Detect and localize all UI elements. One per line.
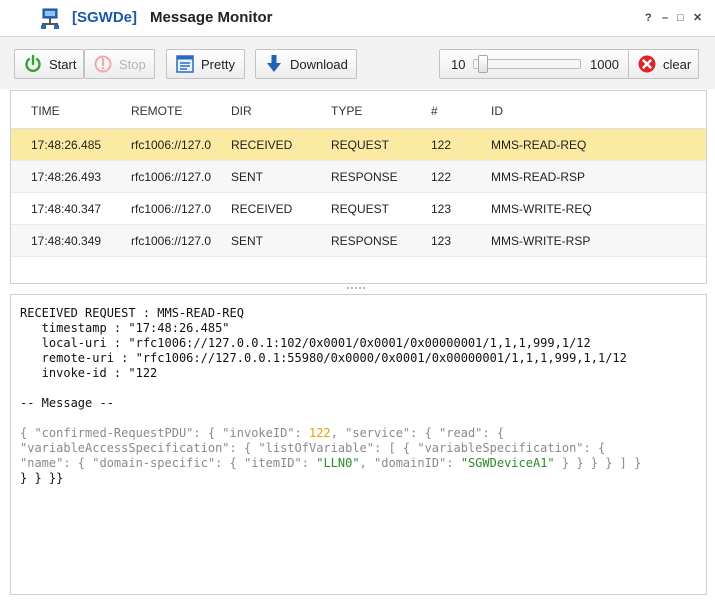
start-button[interactable]: Start <box>14 49 84 79</box>
table-row[interactable]: 17:48:26.485 rfc1006://127.0 RECEIVED RE… <box>11 129 706 161</box>
slider-max-label: 1000 <box>590 57 619 72</box>
clear-icon <box>638 55 656 73</box>
json-line: } } }} <box>20 471 64 485</box>
detail-header: RECEIVED REQUEST : MMS-READ-REQ <box>20 306 244 320</box>
app-brand: [SGWDe] <box>72 9 137 26</box>
power-icon <box>25 54 41 73</box>
clear-button[interactable]: clear <box>628 49 699 79</box>
table-row[interactable]: 17:48:26.493 rfc1006://127.0 SENT RESPON… <box>11 161 706 193</box>
detail-remote-uri: remote-uri : "rfc1006://127.0.0.1:55980/… <box>20 351 627 365</box>
start-label: Start <box>49 56 77 72</box>
cell-remote: rfc1006://127.0 <box>131 234 212 248</box>
cell-number: 122 <box>431 138 452 152</box>
cell-id: MMS-WRITE-RSP <box>491 234 591 248</box>
cell-dir: SENT <box>231 170 264 184</box>
message-detail-panel: RECEIVED REQUEST : MMS-READ-REQ timestam… <box>10 294 707 595</box>
minimize-button[interactable]: – <box>662 11 668 25</box>
pretty-label: Pretty <box>201 56 235 72</box>
table-header: TIME REMOTE DIR TYPE # ID <box>11 91 706 129</box>
table-row[interactable]: 17:48:40.349 rfc1006://127.0 SENT RESPON… <box>11 225 706 257</box>
cell-remote: rfc1006://127.0 <box>131 202 212 216</box>
cell-time: 17:48:40.349 <box>31 234 102 248</box>
slider-min-label: 10 <box>451 57 466 72</box>
pretty-button[interactable]: Pretty <box>166 49 245 79</box>
cell-type: RESPONSE <box>331 170 398 184</box>
cell-number: 122 <box>431 170 452 184</box>
column-header-type[interactable]: TYPE <box>331 104 362 118</box>
cell-type: REQUEST <box>331 202 390 216</box>
cell-id: MMS-READ-REQ <box>491 138 587 152</box>
panel-splitter[interactable] <box>10 284 707 294</box>
cell-time: 17:48:40.347 <box>31 202 102 216</box>
json-line: { "confirmed-RequestPDU": { "invokeID": … <box>20 426 505 440</box>
download-icon <box>267 55 281 72</box>
slider-thumb[interactable] <box>477 55 488 73</box>
cell-remote: rfc1006://127.0 <box>131 138 212 152</box>
cell-dir: RECEIVED <box>231 202 293 216</box>
cell-dir: RECEIVED <box>231 138 293 152</box>
cell-type: RESPONSE <box>331 234 398 248</box>
stop-label: Stop <box>119 56 146 72</box>
window-title: Message Monitor <box>150 9 273 26</box>
toolbar: Start Stop Pretty Download 10 1000 clear <box>0 37 715 89</box>
json-line: "name": { "domain-specific": { "itemID":… <box>20 456 642 470</box>
cell-type: REQUEST <box>331 138 390 152</box>
cell-id: MMS-READ-RSP <box>491 170 586 184</box>
cell-number: 123 <box>431 202 452 216</box>
message-table: TIME REMOTE DIR TYPE # ID 17:48:26.485 r… <box>10 90 707 284</box>
column-header-remote[interactable]: REMOTE <box>131 104 182 118</box>
cell-id: MMS-WRITE-REQ <box>491 202 592 216</box>
table-row[interactable]: 17:48:40.347 rfc1006://127.0 RECEIVED RE… <box>11 193 706 225</box>
column-header-dir[interactable]: DIR <box>231 104 252 118</box>
slider-track[interactable] <box>473 59 581 69</box>
cell-remote: rfc1006://127.0 <box>131 170 212 184</box>
cell-number: 123 <box>431 234 452 248</box>
detail-local-uri: local-uri : "rfc1006://127.0.0.1:102/0x0… <box>20 336 591 350</box>
clear-label: clear <box>663 56 692 72</box>
download-label: Download <box>290 56 348 72</box>
title-bar: [SGWDe] Message Monitor ? – □ ✕ <box>0 0 715 37</box>
detail-timestamp: timestamp : "17:48:26.485" <box>20 321 230 335</box>
cell-dir: SENT <box>231 234 264 248</box>
format-list-icon <box>176 55 194 73</box>
maximize-button[interactable]: □ <box>677 11 684 25</box>
splitter-grip[interactable] <box>347 287 367 289</box>
column-header-time[interactable]: TIME <box>31 104 60 118</box>
json-line: "variableAccessSpecification": { "listOf… <box>20 441 606 455</box>
network-icon <box>41 8 59 29</box>
cell-time: 17:48:26.493 <box>31 170 102 184</box>
detail-invoke-id: invoke-id : "122 <box>20 366 158 380</box>
help-button[interactable]: ? <box>645 11 652 25</box>
cell-time: 17:48:26.485 <box>31 138 102 152</box>
column-header-id[interactable]: ID <box>491 104 503 118</box>
stop-button[interactable]: Stop <box>84 49 155 79</box>
stop-icon <box>94 55 112 73</box>
column-header-number[interactable]: # <box>431 104 438 118</box>
download-button[interactable]: Download <box>255 49 357 79</box>
buffer-size-slider[interactable]: 10 1000 <box>439 49 629 79</box>
message-section-label: -- Message -- <box>20 396 114 410</box>
close-button[interactable]: ✕ <box>693 11 702 25</box>
